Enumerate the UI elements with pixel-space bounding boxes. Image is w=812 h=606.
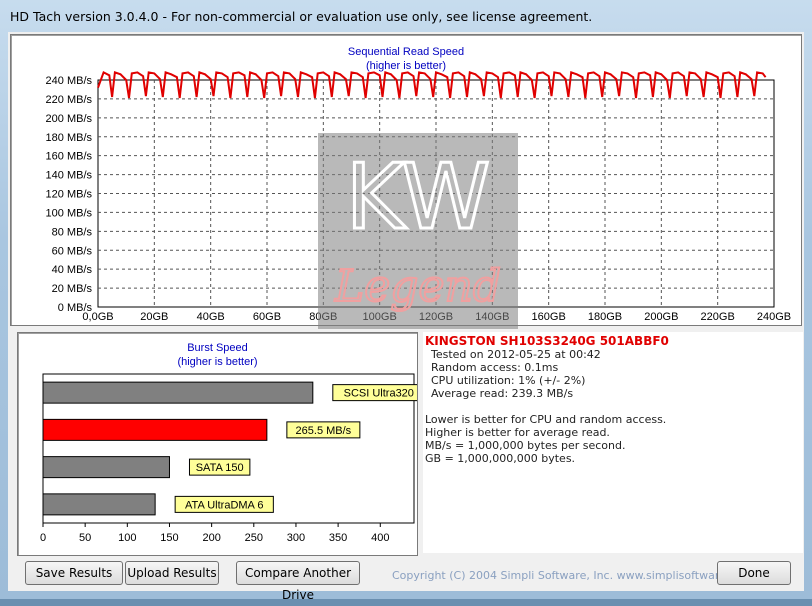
burst-x-tick-label: 400	[371, 532, 389, 544]
note-mbs-definition: MB/s = 1,000,000 bytes per second.	[425, 439, 626, 452]
read-x-tick-label: 240GB	[757, 311, 791, 323]
burst-x-tick-label: 50	[79, 532, 91, 544]
read-x-tick-label: 60GB	[253, 311, 281, 323]
note-lower-better: Lower is better for CPU and random acces…	[425, 413, 667, 426]
burst-x-tick-label: 150	[160, 532, 178, 544]
copyright-text: Copyright (C) 2004 Simpli Software, Inc.…	[392, 569, 753, 582]
read-x-tick-label: 220GB	[701, 311, 735, 323]
note-gb-definition: GB = 1,000,000,000 bytes.	[425, 452, 576, 465]
burst-bar	[42, 456, 170, 479]
burst-bar	[42, 418, 268, 441]
watermark-text-kw: KW	[346, 145, 491, 250]
done-button[interactable]: Done	[717, 561, 791, 585]
read-y-tick-label: 240 MB/s	[46, 75, 93, 87]
read-x-tick-label: 200GB	[644, 311, 678, 323]
burst-x-tick-label: 0	[40, 532, 46, 544]
burst-x-tick-label: 250	[245, 532, 263, 544]
burst-x-tick-label: 350	[329, 532, 347, 544]
upload-results-button[interactable]: Upload Results	[125, 561, 219, 585]
read-x-tick-label: 20GB	[140, 311, 168, 323]
read-y-tick-label: 140 MB/s	[46, 170, 93, 182]
drive-name: KINGSTON SH103S3240G 501ABBF0	[425, 334, 669, 348]
burst-bar-label: ATA UltraDMA 6	[185, 499, 263, 511]
window-title: HD Tach version 3.0.4.0 - For non-commer…	[10, 9, 593, 24]
read-x-tick-label: 0,0GB	[82, 311, 113, 323]
note-higher-better: Higher is better for average read.	[425, 426, 610, 439]
burst-bar	[42, 493, 156, 516]
title-bar[interactable]: HD Tach version 3.0.4.0 - For non-commer…	[0, 0, 812, 32]
read-y-tick-label: 100 MB/s	[46, 207, 93, 219]
burst-speed-chart: 0 50 100 150 200 250 300 350 400 SCSI Ultra320 265…	[40, 373, 417, 544]
read-x-tick-label: 40GB	[197, 311, 225, 323]
app-window: HD Tach version 3.0.4.0 - For non-commer…	[0, 0, 812, 602]
read-y-tick-label: 80 MB/s	[52, 226, 93, 238]
read-x-tick-label: 160GB	[532, 311, 566, 323]
random-access: Random access: 0.1ms	[431, 361, 559, 374]
read-y-tick-label: 120 MB/s	[46, 189, 93, 201]
average-read: Average read: 239.3 MB/s	[431, 387, 574, 400]
read-y-tick-label: 200 MB/s	[46, 113, 93, 125]
read-y-tick-label: 180 MB/s	[46, 132, 93, 144]
burst-bar	[42, 381, 314, 404]
watermark-graphic: KW Legend	[333, 144, 502, 314]
read-y-tick-label: 60 MB/s	[52, 245, 93, 257]
tested-on: Tested on 2012-05-25 at 00:42	[431, 348, 601, 361]
burst-bar-label: SATA 150	[196, 462, 244, 474]
watermark-logo: KW Legend	[318, 133, 518, 329]
burst-x-tick-label: 200	[202, 532, 220, 544]
read-y-tick-label: 20 MB/s	[52, 283, 93, 295]
burst-bar-label: 265.5 MB/s	[296, 425, 352, 437]
read-y-tick-label: 160 MB/s	[46, 151, 93, 163]
results-info-panel: KINGSTON SH103S3240G 501ABBF0 Tested on …	[423, 332, 803, 553]
compare-drive-button[interactable]: Compare Another Drive	[236, 561, 360, 602]
read-y-tick-label: 40 MB/s	[52, 264, 93, 276]
burst-bar-label: SCSI Ultra320	[344, 388, 414, 400]
read-y-tick-label: 220 MB/s	[46, 94, 93, 106]
save-results-button[interactable]: Save Results	[25, 561, 123, 585]
burst-speed-panel: Burst Speed (higher is better) 0 50 100 150…	[17, 332, 418, 556]
cpu-utilization: CPU utilization: 1% (+/- 2%)	[431, 374, 586, 387]
burst-x-tick-label: 300	[287, 532, 305, 544]
client-area: Sequential Read Speed (higher is better)…	[8, 32, 804, 602]
watermark-text-legend: Legend	[334, 261, 501, 312]
burst-x-tick-label: 100	[118, 532, 136, 544]
read-x-tick-label: 180GB	[588, 311, 622, 323]
